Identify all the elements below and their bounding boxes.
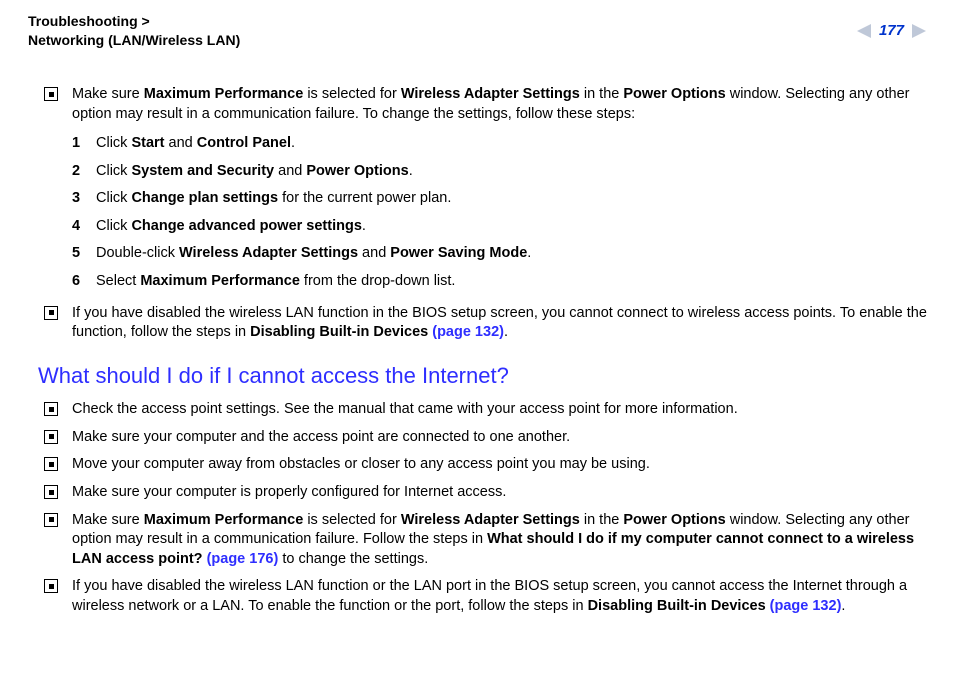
square-bullet-icon <box>44 402 58 416</box>
step-text: Click System and Security and Power Opti… <box>96 163 413 179</box>
step-number: 1 <box>72 134 80 154</box>
text: Make sure Maximum Performance is selecte… <box>72 512 914 567</box>
bullet-max-performance: Make sure Maximum Performance is selecte… <box>44 85 930 124</box>
square-bullet-icon <box>44 513 58 527</box>
step-number: 6 <box>72 272 80 292</box>
step-number: 5 <box>72 244 80 264</box>
step-text: Click Change advanced power settings. <box>96 218 366 234</box>
page-number-area: 177 <box>857 21 926 41</box>
step-item: 4 Click Change advanced power settings. <box>44 217 930 237</box>
step-text: Double-click Wireless Adapter Settings a… <box>96 245 531 261</box>
page-content: Make sure Maximum Performance is selecte… <box>44 85 930 624</box>
step-number: 2 <box>72 162 80 182</box>
step-text: Click Start and Control Panel. <box>96 135 295 151</box>
step-item: 6 Select Maximum Performance from the dro… <box>44 272 930 292</box>
breadcrumb-line2: Networking (LAN/Wireless LAN) <box>28 32 240 48</box>
text: If you have disabled the wireless LAN fu… <box>72 305 927 341</box>
step-text: Select Maximum Performance from the drop… <box>96 273 455 289</box>
square-bullet-icon <box>44 579 58 593</box>
bullet-bios-lan: If you have disabled the wireless LAN fu… <box>44 577 930 616</box>
step-item: 2 Click System and Security and Power Opt… <box>44 162 930 182</box>
square-bullet-icon <box>44 485 58 499</box>
page-number: 177 <box>877 21 906 41</box>
bullet-text: Make sure your computer and the access p… <box>72 429 570 445</box>
step-text: Click Change plan settings for the curre… <box>96 190 451 206</box>
breadcrumb: Troubleshooting > Networking (LAN/Wirele… <box>28 12 240 50</box>
step-number: 3 <box>72 189 80 209</box>
step-item: 3 Click Change plan settings for the curr… <box>44 189 930 209</box>
text: If you have disabled the wireless LAN fu… <box>72 578 907 614</box>
page-header: Troubleshooting > Networking (LAN/Wirele… <box>28 12 926 50</box>
step-number: 4 <box>72 217 80 237</box>
square-bullet-icon <box>44 430 58 444</box>
bullet-item: Make sure your computer is properly conf… <box>44 483 930 503</box>
bullet-max-performance-2: Make sure Maximum Performance is selecte… <box>44 511 930 570</box>
link-page-132[interactable]: (page 132) <box>770 598 842 614</box>
text: Make sure Maximum Performance is selecte… <box>72 86 909 122</box>
bullet-list-internet: Check the access point settings. See the… <box>44 400 930 502</box>
bullet-item: Move your computer away from obstacles o… <box>44 455 930 475</box>
nav-next-icon[interactable] <box>910 24 926 38</box>
square-bullet-icon <box>44 306 58 320</box>
bullet-text: Move your computer away from obstacles o… <box>72 456 650 472</box>
link-page-176[interactable]: (page 176) <box>207 551 279 567</box>
bullet-bios-wireless: If you have disabled the wireless LAN fu… <box>44 304 930 343</box>
step-item: 1 Click Start and Control Panel. <box>44 134 930 154</box>
bullet-text: Check the access point settings. See the… <box>72 401 738 417</box>
section-heading-internet: What should I do if I cannot access the … <box>38 361 930 391</box>
bullet-item: Make sure your computer and the access p… <box>44 428 930 448</box>
square-bullet-icon <box>44 87 58 101</box>
document-page: Troubleshooting > Networking (LAN/Wirele… <box>0 0 954 674</box>
breadcrumb-line1: Troubleshooting > <box>28 13 150 29</box>
step-item: 5 Double-click Wireless Adapter Settings … <box>44 244 930 264</box>
nav-prev-icon[interactable] <box>857 24 873 38</box>
square-bullet-icon <box>44 457 58 471</box>
numbered-steps: 1 Click Start and Control Panel. 2 Click Sy… <box>44 134 930 291</box>
bullet-item: Check the access point settings. See the… <box>44 400 930 420</box>
bullet-text: Make sure your computer is properly conf… <box>72 484 506 500</box>
link-page-132[interactable]: (page 132) <box>432 324 504 340</box>
